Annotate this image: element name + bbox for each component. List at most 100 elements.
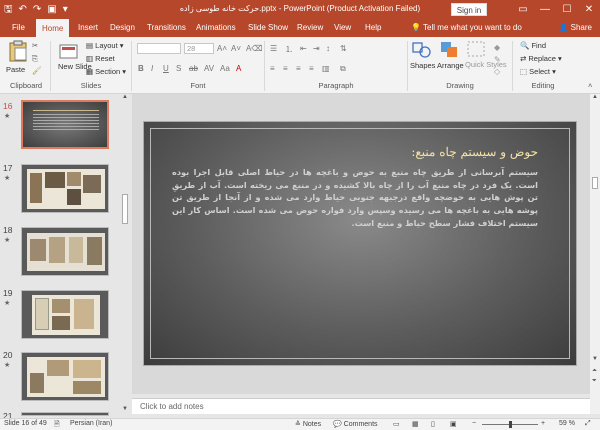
scrollbar-thumb[interactable] <box>122 194 128 224</box>
change-case-icon[interactable]: Aa <box>220 64 230 73</box>
shape-effects-icon[interactable]: ◇ <box>494 67 500 76</box>
slide-thumbnail-20[interactable] <box>21 352 109 401</box>
zoom-out-icon[interactable]: − <box>472 420 476 427</box>
find-button[interactable]: 🔍 Find <box>520 41 546 50</box>
notes-toggle[interactable]: ≙ Notes <box>295 420 321 428</box>
align-center-icon[interactable]: ≡ <box>283 64 288 73</box>
normal-view-icon[interactable]: ▭ <box>393 420 400 428</box>
slide-thumbnail-18[interactable] <box>21 227 109 276</box>
tab-animations[interactable]: Animations <box>196 19 236 37</box>
character-spacing-icon[interactable]: AV <box>204 64 214 73</box>
tab-review[interactable]: Review <box>297 19 323 37</box>
clear-formatting-icon[interactable]: A⌫ <box>246 44 263 53</box>
shapes-button[interactable]: Shapes <box>410 40 436 80</box>
font-family-select[interactable] <box>137 43 181 54</box>
underline-icon[interactable]: U <box>163 64 169 73</box>
previous-slide-icon[interactable]: ⏶ <box>592 368 597 375</box>
italic-icon[interactable]: I <box>151 64 153 73</box>
bold-icon[interactable]: B <box>138 64 144 73</box>
smartart-icon[interactable]: ⧉ <box>340 64 346 74</box>
section-button[interactable]: ▦ Section ▾ <box>86 67 126 76</box>
slideshow-view-icon[interactable]: ▣ <box>450 420 457 428</box>
font-size-select[interactable]: 28 <box>184 43 214 54</box>
tab-home[interactable]: Home <box>36 19 70 37</box>
cut-icon[interactable]: ✂ <box>32 41 38 50</box>
thumb-photo <box>52 299 70 313</box>
font-color-icon[interactable]: A <box>236 64 241 73</box>
tab-file[interactable]: File <box>12 19 25 37</box>
shapes-label: Shapes <box>410 61 436 70</box>
slide-thumbnail-17[interactable] <box>21 164 109 213</box>
scroll-up-icon[interactable]: ▲ <box>122 94 128 100</box>
maximize-button[interactable]: ☐ <box>556 0 578 19</box>
bullets-icon[interactable]: ☰ <box>270 44 277 53</box>
tab-help[interactable]: Help <box>365 19 381 37</box>
thumb-photo <box>69 237 83 263</box>
collapse-ribbon-icon[interactable]: ˄ <box>588 81 592 90</box>
increase-indent-icon[interactable]: ⇥ <box>313 44 320 53</box>
share-button[interactable]: 👤 Share <box>558 19 592 37</box>
fit-to-window-icon[interactable]: ⤢ <box>585 420 591 428</box>
scroll-down-icon[interactable]: ▼ <box>122 406 128 412</box>
arrange-button[interactable]: Arrange <box>437 40 464 80</box>
reading-view-icon[interactable]: ▯ <box>431 420 435 428</box>
replace-button[interactable]: ⇄ Replace ▾ <box>520 54 562 63</box>
decrease-indent-icon[interactable]: ⇤ <box>300 44 307 53</box>
tab-slide-show[interactable]: Slide Show <box>248 19 288 37</box>
current-slide[interactable]: حوض و سیستم چاه منبع: سیستم آبرسانی از ط… <box>143 121 577 366</box>
ribbon-display-options-icon[interactable]: ▭ <box>512 0 534 19</box>
slide-thumbnail-19[interactable] <box>21 290 109 339</box>
editor-scrollbar[interactable]: ▲ ▼ ⏶ ⏷ <box>590 94 600 414</box>
thumbnail-scrollbar[interactable]: ▲ ▼ <box>120 94 130 414</box>
quick-styles-button[interactable]: Quick Styles <box>465 40 507 80</box>
zoom-level[interactable]: 59 % <box>559 420 575 427</box>
scroll-down-icon[interactable]: ▼ <box>592 356 598 362</box>
minimize-button[interactable]: — <box>534 0 556 19</box>
scroll-up-icon[interactable]: ▲ <box>592 94 598 100</box>
ribbon-tabs: File Home Insert Design Transitions Anim… <box>0 19 600 37</box>
select-button[interactable]: ⬚ Select ▾ <box>520 67 556 76</box>
align-right-icon[interactable]: ≡ <box>296 64 301 73</box>
scrollbar-thumb[interactable] <box>592 177 598 189</box>
shape-fill-icon[interactable]: ◆ <box>494 43 500 52</box>
strikethrough-icon[interactable]: ab <box>189 64 198 73</box>
slide-body-text[interactable]: سیستم آبرسانی از طریق چاه منبع به حوض و … <box>172 166 538 230</box>
zoom-in-icon[interactable]: + <box>541 420 545 427</box>
next-slide-icon[interactable]: ⏷ <box>592 378 597 385</box>
slide-sorter-icon[interactable]: ▦ <box>412 420 419 428</box>
shadow-icon[interactable]: S <box>176 64 181 73</box>
tab-design[interactable]: Design <box>110 19 135 37</box>
thumb-photo <box>67 189 81 205</box>
slide-thumbnail-21[interactable] <box>21 412 109 416</box>
reset-button[interactable]: ▥ Reset <box>86 54 115 63</box>
layout-button[interactable]: ▤ Layout ▾ <box>86 41 124 50</box>
zoom-slider-handle[interactable] <box>509 421 512 428</box>
shape-outline-icon[interactable]: ✎ <box>494 55 501 64</box>
numbering-icon[interactable]: ⒈ <box>285 44 293 55</box>
justify-icon[interactable]: ≡ <box>309 64 314 73</box>
slide-thumbnail-16[interactable] <box>21 100 109 149</box>
columns-icon[interactable]: ▥ <box>322 64 330 73</box>
line-spacing-icon[interactable]: ↕ <box>326 44 330 53</box>
slide-title[interactable]: حوض و سیستم چاه منبع: <box>411 145 538 159</box>
grow-font-icon[interactable]: A˄ <box>217 44 227 53</box>
shapes-icon <box>412 42 431 58</box>
sign-in-button[interactable]: Sign in <box>451 3 487 16</box>
tell-me-search[interactable]: 💡 Tell me what you want to do <box>411 19 522 37</box>
copy-icon[interactable]: ⎘ <box>32 54 38 64</box>
shrink-font-icon[interactable]: A˅ <box>231 44 241 53</box>
tab-view[interactable]: View <box>334 19 351 37</box>
paste-button[interactable]: Paste <box>6 40 30 78</box>
tab-insert[interactable]: Insert <box>78 19 98 37</box>
comments-toggle[interactable]: 💬 Comments <box>333 420 378 428</box>
align-left-icon[interactable]: ≡ <box>270 64 275 73</box>
tab-transitions[interactable]: Transitions <box>147 19 186 37</box>
format-painter-icon[interactable]: 🖌 <box>32 66 42 75</box>
notes-pane[interactable]: Click to add notes <box>132 398 590 414</box>
close-button[interactable]: ✕ <box>578 0 600 19</box>
text-direction-icon[interactable]: ⇅ <box>340 44 347 53</box>
new-slide-button[interactable]: New Slide <box>56 40 92 80</box>
language-indicator[interactable]: Persian (Iran) <box>70 420 112 427</box>
slide-number: 16 <box>3 101 13 111</box>
spellcheck-icon[interactable]: 🗎 <box>54 420 60 430</box>
